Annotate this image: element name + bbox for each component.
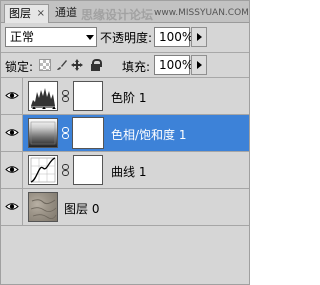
layer-name: 图层 0 xyxy=(64,202,100,216)
hue-saturation-icon xyxy=(28,118,58,148)
tab-channels-label: 通道 xyxy=(55,6,77,19)
opacity-input[interactable]: 100% xyxy=(154,27,193,47)
tab-layers-label: 图层 xyxy=(9,7,31,20)
lock-transparency-icon[interactable] xyxy=(39,59,51,71)
fill-slider-button[interactable] xyxy=(191,55,207,75)
eye-icon xyxy=(5,129,19,136)
watermark-url: www.MISSYUAN.COM xyxy=(154,8,249,18)
link-icon[interactable] xyxy=(61,164,70,176)
opacity-slider-button[interactable] xyxy=(191,27,207,47)
link-icon[interactable] xyxy=(61,90,70,102)
visibility-toggle[interactable] xyxy=(1,78,23,114)
levels-icon xyxy=(28,81,58,111)
layers-panel: 图层 × 通道 思缘设计论坛 www.MISSYUAN.COM 正常 不透明度:… xyxy=(0,0,250,285)
layers-empty-area xyxy=(1,229,249,284)
link-icon[interactable] xyxy=(61,127,70,139)
visibility-toggle[interactable] xyxy=(1,115,23,151)
layer-name: 曲线 1 xyxy=(111,165,147,179)
layer-mask-thumbnail[interactable] xyxy=(73,81,103,111)
texture-thumbnail xyxy=(28,192,58,222)
lock-row: 锁定: 填充: 100% xyxy=(1,54,249,76)
layer-row[interactable]: 曲线 1 xyxy=(1,152,249,189)
watermark: 思缘设计论坛 xyxy=(81,8,154,22)
lock-position-icon[interactable] xyxy=(71,59,83,71)
chevron-down-icon xyxy=(86,35,94,40)
layer-row[interactable]: 色阶 1 xyxy=(1,78,249,115)
visibility-toggle[interactable] xyxy=(1,152,23,188)
eye-icon xyxy=(5,203,19,210)
opacity-label: 不透明度: xyxy=(100,31,153,45)
blend-mode-select[interactable]: 正常 xyxy=(5,27,97,47)
panel-tab-bar: 图层 × 通道 思缘设计论坛 www.MISSYUAN.COM xyxy=(1,1,249,23)
blend-row: 正常 不透明度: 100% xyxy=(1,25,249,49)
tab-close-icon[interactable]: × xyxy=(37,5,45,23)
layer-mask-thumbnail[interactable] xyxy=(73,155,103,185)
lock-all-icon[interactable] xyxy=(90,59,102,71)
layer-name: 色阶 1 xyxy=(111,91,147,105)
layer-name: 色相/饱和度 1 xyxy=(111,128,187,142)
blend-mode-value: 正常 xyxy=(10,30,35,44)
eye-icon xyxy=(5,92,19,99)
lock-label: 锁定: xyxy=(5,60,34,74)
layer-mask-thumbnail[interactable] xyxy=(72,117,104,149)
fill-input[interactable]: 100% xyxy=(154,55,193,75)
curves-icon xyxy=(28,155,58,185)
tab-layers[interactable]: 图层 × xyxy=(4,4,49,23)
divider xyxy=(1,52,249,53)
layers-list: 色阶 1 色相/饱和度 1 曲线 1 图层 0 xyxy=(1,78,249,228)
eye-icon xyxy=(5,166,19,173)
fill-label: 填充: xyxy=(122,60,151,74)
layer-row-selected[interactable]: 色相/饱和度 1 xyxy=(1,115,249,152)
layer-row[interactable]: 图层 0 xyxy=(1,189,249,226)
visibility-toggle[interactable] xyxy=(1,189,23,225)
lock-pixels-icon[interactable] xyxy=(56,59,68,71)
